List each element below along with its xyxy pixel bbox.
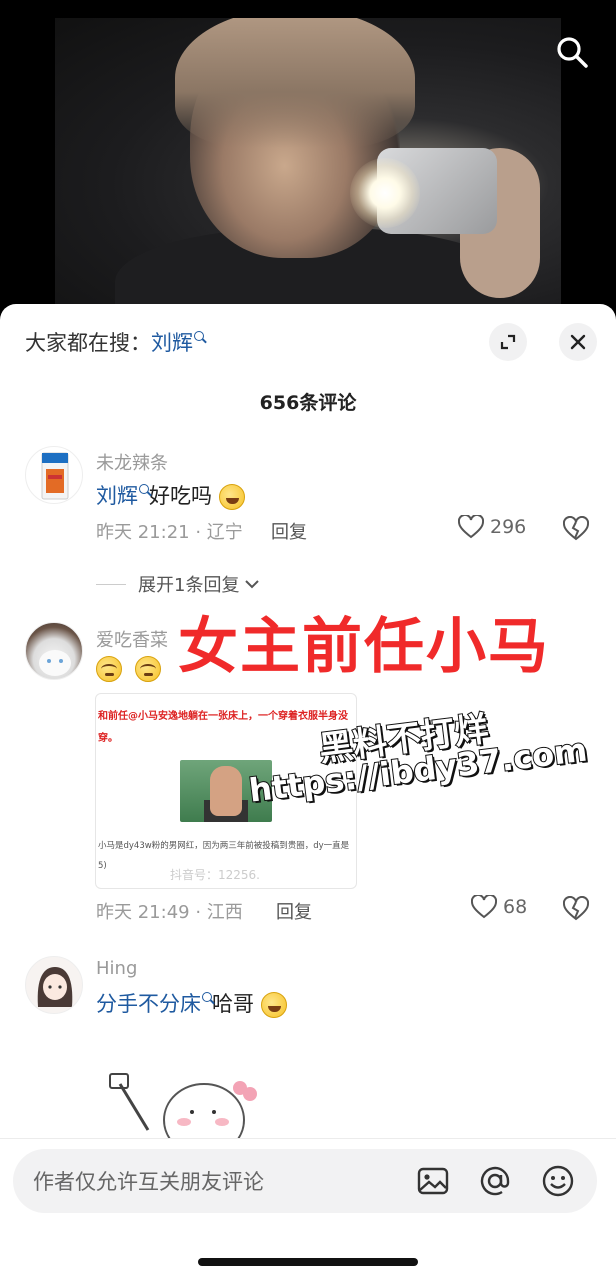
hot-search-keyword[interactable]: 刘辉 <box>151 331 193 355</box>
comment-time-location: 昨天 21:49 · 江西 <box>96 902 243 923</box>
expand-icon <box>500 334 516 350</box>
comment-sticker[interactable] <box>100 1050 260 1138</box>
card-body-line2: 5) <box>98 861 107 871</box>
like-count: 68 <box>503 896 528 918</box>
search-icon[interactable] <box>554 34 590 70</box>
comment-keyword-link[interactable]: 刘辉 <box>96 484 138 508</box>
comment-text: 刘辉 好吃吗 <box>96 480 245 510</box>
like-button[interactable]: 296 <box>458 515 526 539</box>
comment-username[interactable]: Hing <box>96 958 137 979</box>
snack-package-icon <box>41 452 69 500</box>
chevron-down-icon <box>245 580 260 589</box>
reply-button[interactable]: 回复 <box>271 518 307 544</box>
like-button[interactable]: 68 <box>471 895 527 919</box>
reply-button[interactable]: 回复 <box>276 898 312 924</box>
image-icon[interactable] <box>416 1164 450 1198</box>
video-person-hair <box>175 18 415 148</box>
at-mention-icon[interactable] <box>478 1164 512 1198</box>
like-count: 296 <box>490 516 527 538</box>
comment-body: 哈哥 <box>212 992 254 1016</box>
card-body-line1: 小马是dy43w粉的男网红，因为两三年前被投稿到贵圈，dy一直是 <box>98 841 350 851</box>
emoji-icon[interactable] <box>541 1164 575 1198</box>
home-indicator[interactable] <box>198 1258 418 1266</box>
selfie-bunny-sticker-icon <box>109 1073 257 1138</box>
expand-replies-label: 展开1条回复 <box>138 575 240 596</box>
broken-heart-icon[interactable] <box>563 516 589 542</box>
keyword-search-icon <box>202 992 212 1002</box>
hot-search-bar[interactable]: 大家都在搜：刘辉 <box>25 327 204 357</box>
cartoon-girl-icon <box>37 967 73 1007</box>
heart-icon <box>458 515 484 539</box>
cat-photo-icon <box>39 650 71 676</box>
card-header-text: 和前任@小马安逸地躺在一张床上，一个穿着衣服半身没穿。 <box>98 711 348 744</box>
laughing-tears-emoji-icon <box>218 484 245 510</box>
comment-count: 656条评论 <box>259 392 357 414</box>
comment-username[interactable]: 未龙辣条 <box>96 449 168 475</box>
comment-time-location: 昨天 21:21 · 辽宁 <box>96 522 243 543</box>
divider <box>96 583 126 585</box>
close-button[interactable] <box>559 323 597 361</box>
comment-text <box>96 656 161 682</box>
comment-keyword-link[interactable]: 分手不分床 <box>96 992 201 1016</box>
comment-input-placeholder: 作者仅允许互关朋友评论 <box>33 1170 264 1194</box>
avatar[interactable] <box>25 446 83 504</box>
heart-icon <box>471 895 497 919</box>
hot-search-prefix: 大家都在搜： <box>25 331 151 355</box>
keyword-search-icon <box>139 484 149 494</box>
close-icon <box>570 334 586 350</box>
video-flash <box>350 158 420 228</box>
expand-replies-button[interactable]: 展开1条回复 <box>96 571 261 597</box>
expand-button[interactable] <box>489 323 527 361</box>
card-photo-face <box>210 766 242 816</box>
video-player[interactable] <box>0 0 616 320</box>
overlay-title: 女主前任小马 <box>178 612 550 682</box>
comment-body: 好吃吗 <box>149 484 212 508</box>
comment-text: 分手不分床 哈哥 <box>96 988 287 1018</box>
broken-heart-icon[interactable] <box>563 896 589 922</box>
card-watermark: 抖音号：12256. <box>170 868 260 882</box>
keyword-search-icon <box>194 331 204 341</box>
comment-username[interactable]: 爱吃香菜 <box>96 626 168 652</box>
avatar[interactable] <box>25 622 83 680</box>
squint-emoji-icon <box>96 656 122 682</box>
squint-emoji-icon <box>134 656 161 682</box>
video-frame <box>55 18 561 320</box>
avatar[interactable] <box>25 956 83 1014</box>
laughing-tears-emoji-icon <box>260 992 287 1018</box>
